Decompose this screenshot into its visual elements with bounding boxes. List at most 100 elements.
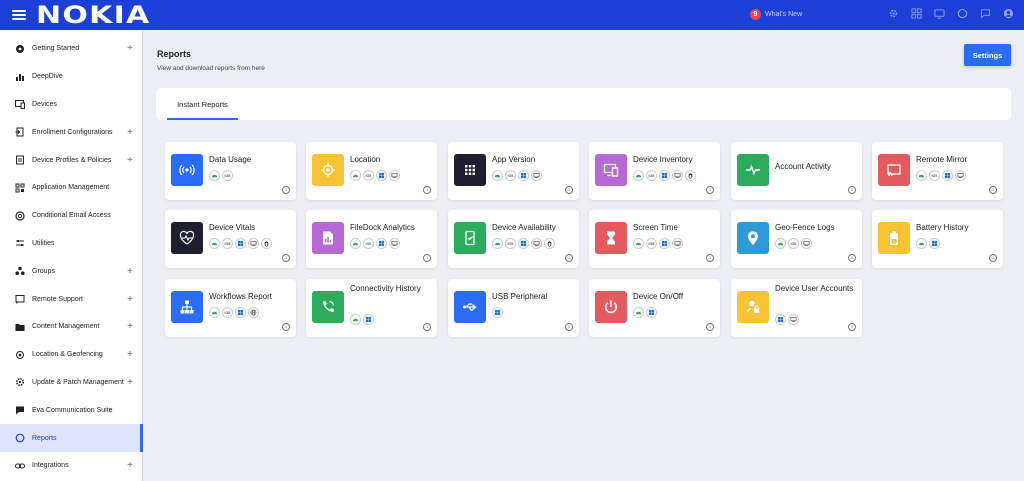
- info-icon[interactable]: i: [282, 323, 290, 331]
- android-icon: [916, 238, 927, 249]
- info-icon[interactable]: i: [848, 186, 856, 194]
- ios-icon: iOS: [363, 170, 374, 181]
- enroll-icon: [15, 127, 25, 137]
- sidebar-item-remote-support[interactable]: Remote Support +: [0, 285, 142, 313]
- report-card-title: Device On/Off: [633, 292, 684, 301]
- expand-plus-icon[interactable]: +: [126, 321, 134, 332]
- whats-new-button[interactable]: 9 What's New: [750, 9, 802, 20]
- expand-plus-icon[interactable]: +: [126, 349, 134, 360]
- sidebar-item-enrollment-configurations[interactable]: Enrollment Configurations +: [0, 118, 142, 146]
- mirror-icon: [878, 154, 910, 186]
- report-card-remote-mirror[interactable]: Remote Mirror iOS i: [872, 142, 1003, 200]
- report-card-usb-peripheral[interactable]: USB Peripheral i: [448, 279, 579, 337]
- help-icon[interactable]: [957, 8, 968, 19]
- android-icon: [775, 238, 786, 249]
- settings-button[interactable]: Settings: [964, 44, 1011, 66]
- expand-plus-icon[interactable]: +: [126, 377, 134, 388]
- expand-plus-icon[interactable]: +: [126, 43, 134, 54]
- sidebar-item-content-management[interactable]: Content Management +: [0, 313, 142, 341]
- report-card-title: USB Peripheral: [492, 292, 548, 301]
- platform-icons: [775, 314, 799, 325]
- platform-icons: [350, 314, 374, 325]
- expand-plus-icon[interactable]: +: [126, 127, 134, 138]
- info-icon[interactable]: i: [989, 254, 997, 262]
- info-icon[interactable]: i: [565, 323, 573, 331]
- sidebar-item-device-profiles-policies[interactable]: Device Profiles & Policies +: [0, 146, 142, 174]
- info-icon[interactable]: i: [282, 254, 290, 262]
- macos-icon: [248, 238, 259, 249]
- report-card-device-availability[interactable]: Device Availability iOS i: [448, 210, 579, 268]
- windows-icon: [376, 170, 387, 181]
- battery-icon: [878, 222, 910, 254]
- android-icon: [633, 307, 644, 318]
- info-icon[interactable]: i: [848, 323, 856, 331]
- sidebar-item-conditional-email-access[interactable]: Conditional Email Access: [0, 202, 142, 230]
- wireless-icon: [171, 154, 203, 186]
- report-card-device-on-off[interactable]: Device On/Off i: [589, 279, 720, 337]
- info-icon[interactable]: i: [282, 186, 290, 194]
- windows-icon: [492, 307, 503, 318]
- info-icon[interactable]: i: [565, 254, 573, 262]
- sidebar-item-deepdive[interactable]: DeepDive: [0, 63, 142, 91]
- rocket-icon: [15, 44, 25, 54]
- report-card-workflows-report[interactable]: Workflows Report iOS i: [165, 279, 296, 337]
- sidebar-item-eva-communication-suite[interactable]: Eva Communication Suite: [0, 396, 142, 424]
- macos-icon: [955, 170, 966, 181]
- sidebar-item-label: Getting Started: [32, 45, 80, 53]
- expand-plus-icon[interactable]: +: [126, 155, 134, 166]
- info-icon[interactable]: i: [848, 254, 856, 262]
- info-icon[interactable]: i: [989, 186, 997, 194]
- sidebar-item-devices[interactable]: Devices: [0, 91, 142, 119]
- info-icon[interactable]: i: [706, 186, 714, 194]
- sidebar-item-integrations[interactable]: Integrations +: [0, 452, 142, 480]
- cast-icon: [15, 294, 25, 304]
- hamburger-menu-icon[interactable]: [12, 10, 26, 20]
- chat-icon[interactable]: [980, 8, 991, 19]
- report-card-device-user-accounts[interactable]: Device User Accounts i: [731, 279, 862, 337]
- sidebar-item-getting-started[interactable]: Getting Started +: [0, 35, 142, 63]
- report-card-geo-fence-logs[interactable]: Geo-Fence Logs iOS i: [731, 210, 862, 268]
- report-card-app-version[interactable]: App Version iOS i: [448, 142, 579, 200]
- report-card-device-vitals[interactable]: Device Vitals iOS i: [165, 210, 296, 268]
- sidebar-item-update-patch-management[interactable]: Update & Patch Management +: [0, 369, 142, 397]
- sidebar-item-label: Reports: [32, 434, 57, 442]
- sidebar-item-label: Content Management: [32, 323, 100, 331]
- grid-icon[interactable]: [911, 8, 922, 19]
- report-card-title: Screen Time: [633, 223, 678, 232]
- report-card-title: Location: [350, 155, 381, 164]
- ios-icon: iOS: [505, 238, 516, 249]
- sidebar-item-label: Conditional Email Access: [32, 212, 111, 220]
- report-card-title: Device Availability: [492, 223, 556, 232]
- sidebar-item-location-geofencing[interactable]: Location & Geofencing +: [0, 341, 142, 369]
- monitor-icon[interactable]: [934, 8, 945, 19]
- info-icon[interactable]: i: [423, 323, 431, 331]
- expand-plus-icon[interactable]: +: [126, 294, 134, 305]
- app-grid-icon: [454, 154, 486, 186]
- info-icon[interactable]: i: [706, 323, 714, 331]
- platform-icons: iOS: [209, 170, 233, 181]
- report-card-connectivity-history[interactable]: Connectivity History i: [306, 279, 437, 337]
- info-icon[interactable]: i: [423, 254, 431, 262]
- report-card-device-inventory[interactable]: Device Inventory iOS i: [589, 142, 720, 200]
- report-card-screen-time[interactable]: Screen Time iOS i: [589, 210, 720, 268]
- settings-icon[interactable]: [888, 8, 899, 19]
- sidebar-item-label: Enrollment Configurations: [32, 128, 113, 136]
- sidebar-item-groups[interactable]: Groups +: [0, 257, 142, 285]
- info-icon[interactable]: i: [706, 254, 714, 262]
- expand-plus-icon[interactable]: +: [126, 266, 134, 277]
- report-card-location[interactable]: Location iOS i: [306, 142, 437, 200]
- info-icon[interactable]: i: [423, 186, 431, 194]
- expand-plus-icon[interactable]: +: [126, 460, 134, 471]
- report-card-battery-history[interactable]: Battery History i: [872, 210, 1003, 268]
- user-icon[interactable]: [1003, 8, 1014, 19]
- report-card-filedock-analytics[interactable]: FileDock Analytics iOS i: [306, 210, 437, 268]
- bar-chart-icon: [15, 72, 25, 82]
- tab-instant-reports[interactable]: Instant Reports: [167, 88, 238, 120]
- file-chart-icon: [312, 222, 344, 254]
- sidebar-item-utilities[interactable]: Utilities: [0, 230, 142, 258]
- sidebar-item-reports[interactable]: Reports: [0, 424, 143, 452]
- sidebar-item-application-management[interactable]: Application Management: [0, 174, 142, 202]
- info-icon[interactable]: i: [565, 186, 573, 194]
- report-card-data-usage[interactable]: Data Usage iOS i: [165, 142, 296, 200]
- report-card-account-activity[interactable]: Account Activity i: [731, 142, 862, 200]
